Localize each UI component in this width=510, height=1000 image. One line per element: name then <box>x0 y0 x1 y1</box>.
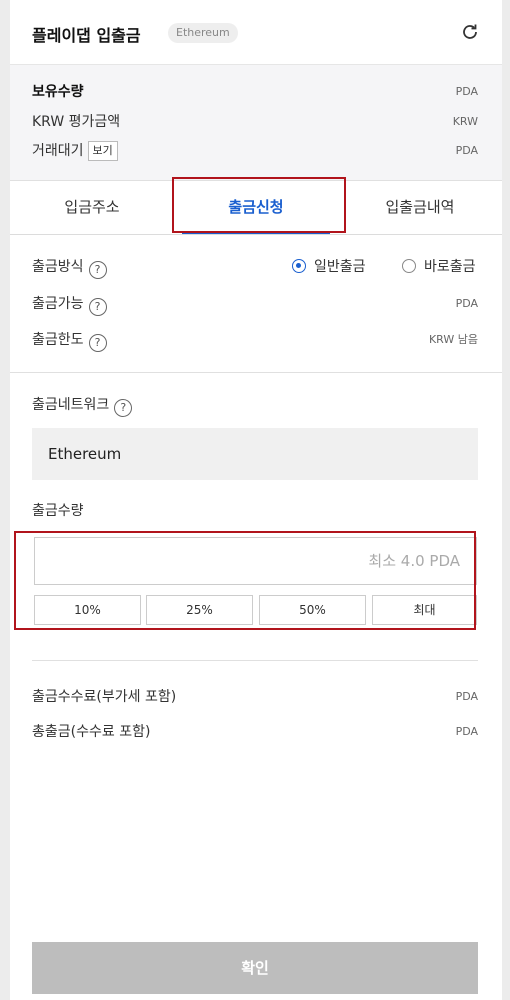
network-value: Ethereum <box>48 445 122 463</box>
total-label: 총출금(수수료 포함) <box>32 724 151 740</box>
help-icon[interactable]: ? <box>88 261 107 279</box>
withdraw-method-label: 출금방식? <box>32 255 107 279</box>
withdrawal-panel: 플레이댑 입출금 Ethereum 보유수량 PDA KRW 평가금액 KRW … <box>10 0 502 1000</box>
withdraw-limit-label: 출금한도? <box>32 328 107 352</box>
pending-trade-row: 거래대기 보기 PDA <box>32 140 478 162</box>
refresh-icon[interactable] <box>460 22 480 42</box>
tab-history[interactable]: 입출금내역 <box>338 180 502 234</box>
withdraw-available-label: 출금가능? <box>32 292 107 316</box>
krw-valuation-label: KRW 평가금액 <box>32 114 121 130</box>
pending-trade-label: 거래대기 보기 <box>32 140 118 162</box>
view-pending-button[interactable]: 보기 <box>87 141 118 161</box>
network-badge: Ethereum <box>168 23 238 43</box>
total-value: PDA <box>455 725 478 738</box>
pending-trade-value: PDA <box>455 144 478 157</box>
pending-trade-text: 거래대기 <box>32 143 84 159</box>
help-icon[interactable]: ? <box>114 399 133 417</box>
header: 플레이댑 입출금 Ethereum <box>10 0 502 64</box>
highlight-box-tab <box>172 177 346 233</box>
radio-unselected-icon <box>402 259 416 273</box>
total-row: 총출금(수수료 포함) PDA <box>32 721 478 743</box>
holding-amount-label: 보유수량 <box>32 84 84 100</box>
withdraw-limit-row: 출금한도? KRW 남음 <box>32 328 478 352</box>
withdraw-available-value: PDA <box>455 297 478 310</box>
withdraw-limit-text: 출금한도 <box>32 332 84 348</box>
network-label: 출금네트워크? <box>32 394 133 417</box>
holding-amount-value: PDA <box>455 85 478 98</box>
help-icon[interactable]: ? <box>88 334 107 352</box>
krw-valuation-row: KRW 평가금액 KRW <box>32 111 478 133</box>
network-select[interactable]: Ethereum <box>32 428 478 480</box>
amount-label: 출금수량 <box>32 503 84 519</box>
fee-value: PDA <box>455 690 478 703</box>
network-label-text: 출금네트워크 <box>32 397 110 413</box>
fee-label: 출금수수료(부가세 포함) <box>32 689 177 705</box>
radio-selected-icon <box>292 259 306 273</box>
withdraw-available-text: 출금가능 <box>32 296 84 312</box>
divider <box>32 660 478 661</box>
page-title: 플레이댑 입출금 <box>32 26 141 45</box>
holding-amount-row: 보유수량 PDA <box>32 81 478 103</box>
radio-instant-label: 바로출금 <box>424 259 476 275</box>
tab-deposit-address[interactable]: 입금주소 <box>10 180 174 234</box>
withdraw-limit-value: KRW 남음 <box>428 333 478 346</box>
withdraw-available-row: 출금가능? PDA <box>32 292 478 316</box>
confirm-button[interactable]: 확인 <box>32 942 478 994</box>
krw-valuation-value: KRW <box>452 115 478 128</box>
holdings-summary: 보유수량 PDA KRW 평가금액 KRW 거래대기 보기 PDA <box>10 64 502 181</box>
highlight-box-amount <box>14 531 476 630</box>
radio-normal-label: 일반출금 <box>314 259 366 275</box>
divider <box>10 372 502 373</box>
help-icon[interactable]: ? <box>88 298 107 316</box>
withdraw-method-text: 출금방식 <box>32 259 84 275</box>
fee-row: 출금수수료(부가세 포함) PDA <box>32 686 478 708</box>
withdraw-method-row: 출금방식? 일반출금 바로출금 <box>32 255 478 279</box>
